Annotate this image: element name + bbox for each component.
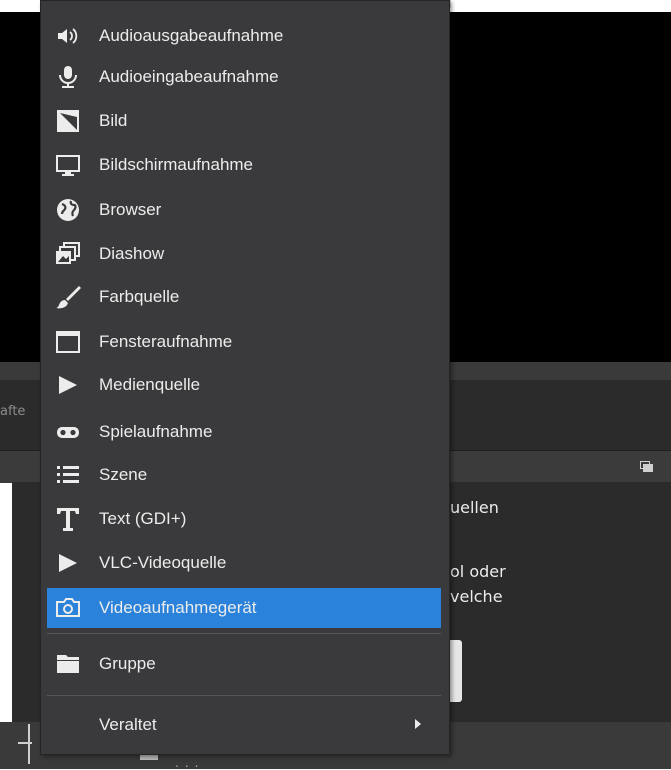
sources-hint-line: ol oder [450, 562, 506, 581]
microphone-icon [55, 64, 81, 90]
menu-item-label: VLC-Videoquelle [99, 553, 227, 572]
menu-item-video-capture-device[interactable]: Videoaufnahmegerät [47, 588, 441, 628]
menu-item-label: Audioeingabeaufnahme [99, 67, 279, 86]
sources-hint-line: velche [450, 587, 503, 606]
menu-item-label: Fensteraufnahme [99, 332, 233, 351]
window-icon [55, 329, 81, 355]
menu-item-label: Gruppe [99, 654, 156, 673]
speaker-icon [55, 23, 81, 49]
menu-item-label: Videoaufnahmegerät [99, 598, 257, 617]
menu-item-slideshow[interactable]: Diashow [47, 234, 441, 274]
menu-item-scene[interactable]: Szene [47, 455, 441, 495]
sources-hint-line: uellen [450, 498, 499, 517]
menu-item-image[interactable]: Bild [47, 101, 441, 141]
image-icon [55, 108, 81, 134]
monitor-icon [55, 152, 81, 178]
menu-item-browser[interactable]: Browser [47, 190, 441, 230]
menu-item-display-capture[interactable]: Bildschirmaufnahme [47, 145, 441, 185]
menu-item-label: Medienquelle [99, 375, 201, 394]
add-source-icon-stem [28, 724, 30, 764]
undock-icon[interactable] [640, 461, 653, 472]
slideshow-icon [55, 241, 81, 267]
paintbrush-icon [55, 284, 81, 310]
menu-separator [47, 633, 441, 634]
globe-icon [55, 197, 81, 223]
menu-item-text-gdi[interactable]: Text (GDI+) [47, 499, 441, 539]
menu-item-window-capture[interactable]: Fensteraufnahme [47, 322, 441, 362]
list-icon [55, 462, 81, 488]
menu-item-group[interactable]: Gruppe [47, 644, 441, 684]
menu-item-label: Farbquelle [99, 287, 180, 306]
menu-item-game-capture[interactable]: Spielaufnahme [47, 412, 441, 452]
menu-item-vlc-video-source[interactable]: VLC-Videoquelle [47, 543, 441, 583]
gamepad-icon [55, 419, 81, 445]
menu-item-label: Szene [99, 465, 148, 484]
menu-item-label: Diashow [99, 244, 165, 263]
menu-item-color-source[interactable]: Farbquelle [47, 277, 441, 317]
menu-item-label: Veraltet [99, 715, 157, 734]
add-source-context-menu: Audioausgabeaufnahme Audioeingabeaufnahm… [40, 0, 450, 755]
folder-icon [55, 651, 81, 677]
menu-item-deprecated[interactable]: Veraltet [47, 705, 441, 745]
camera-icon [55, 595, 81, 621]
play-icon [55, 372, 81, 398]
menu-item-audio-output-capture[interactable]: Audioausgabeaufnahme [47, 16, 441, 56]
submenu-arrow-icon [415, 719, 421, 729]
menu-item-label: Bildschirmaufnahme [99, 155, 254, 174]
menu-item-label: Browser [99, 200, 162, 219]
menu-item-media-source[interactable]: Medienquelle [47, 365, 441, 405]
more-icon[interactable]: ... [175, 756, 204, 770]
menu-item-label: Text (GDI+) [99, 509, 187, 528]
properties-label: afte [0, 404, 26, 419]
menu-item-label: Spielaufnahme [99, 422, 213, 441]
menu-item-audio-input-capture[interactable]: Audioeingabeaufnahme [47, 57, 441, 97]
play-icon [55, 550, 81, 576]
menu-item-label: Audioausgabeaufnahme [99, 26, 284, 45]
text-icon [55, 506, 81, 532]
menu-separator [47, 695, 441, 696]
menu-item-label: Bild [99, 111, 128, 130]
